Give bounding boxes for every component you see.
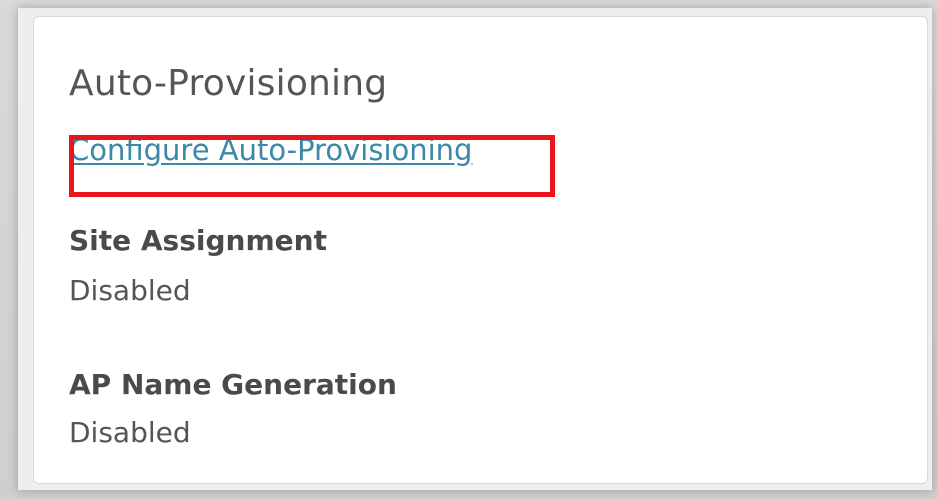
screenshot-background: Auto-Provisioning Configure Auto-Provisi… [0,0,938,499]
site-assignment-value: Disabled [69,274,191,307]
auto-provisioning-card: Auto-Provisioning Configure Auto-Provisi… [33,16,928,484]
card-title: Auto-Provisioning [69,63,388,104]
site-assignment-label: Site Assignment [69,224,327,257]
ap-name-generation-value: Disabled [69,416,191,449]
configure-auto-provisioning-link[interactable]: Configure Auto-Provisioning [69,133,472,167]
ap-name-generation-label: AP Name Generation [69,368,397,401]
